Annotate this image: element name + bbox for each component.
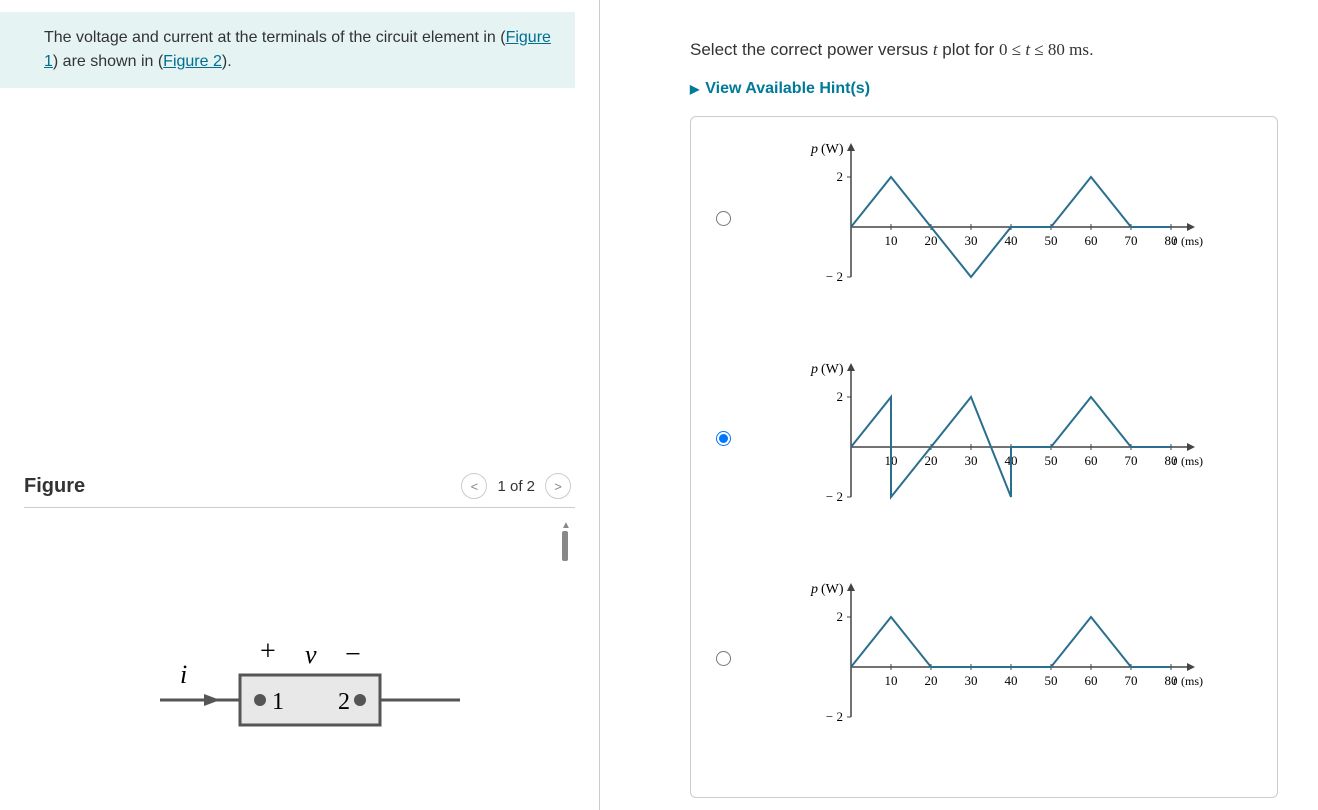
right-pane: Select the correct power versus t plot f… xyxy=(600,0,1318,810)
answer-option[interactable]: − 221020304050607080p(W)t(ms) xyxy=(711,137,1257,297)
figure-scrollbar[interactable]: ▲ xyxy=(561,520,569,810)
xtick-label: 50 xyxy=(1045,233,1058,248)
power-plot: − 221020304050607080p(W)t(ms) xyxy=(781,357,1211,517)
figure-section: Figure < 1 of 2 > xyxy=(0,473,599,810)
figure2-link[interactable]: Figure 2 xyxy=(163,53,222,70)
power-plot: − 221020304050607080p(W)t(ms) xyxy=(781,577,1211,737)
ytick-label: − 2 xyxy=(826,709,843,724)
xtick-label: 10 xyxy=(885,233,898,248)
xlabel-unit: (ms) xyxy=(1181,674,1203,688)
hints-toggle[interactable]: ▶ View Available Hint(s) xyxy=(690,80,1278,98)
node2-label: 2 xyxy=(338,689,350,715)
xtick-label: 50 xyxy=(1045,673,1058,688)
xtick-label: 70 xyxy=(1125,233,1138,248)
figure-prev-button[interactable]: < xyxy=(461,473,487,499)
node1-label: 1 xyxy=(272,689,284,715)
figure-next-button[interactable]: > xyxy=(545,473,571,499)
voltage-label: v xyxy=(305,640,317,669)
figure-header: Figure < 1 of 2 > xyxy=(24,473,575,508)
xtick-label: 30 xyxy=(965,673,978,688)
current-label: i xyxy=(180,660,187,689)
intro-text: The voltage and current at the terminals… xyxy=(44,29,506,46)
ytick-label: 2 xyxy=(837,609,844,624)
scroll-up-icon: ▲ xyxy=(561,520,569,531)
question-text: Select the correct power versus t plot f… xyxy=(690,40,1278,60)
figure-pager: 1 of 2 xyxy=(497,478,535,495)
plus-label: + xyxy=(260,636,276,667)
xlabel-unit: (ms) xyxy=(1181,234,1203,248)
scroll-thumb[interactable] xyxy=(562,531,568,561)
xtick-label: 70 xyxy=(1125,673,1138,688)
xtick-label: 20 xyxy=(925,673,938,688)
xtick-label: 60 xyxy=(1085,233,1098,248)
xtick-label: 60 xyxy=(1085,453,1098,468)
problem-intro: The voltage and current at the terminals… xyxy=(0,12,575,88)
ytick-label: − 2 xyxy=(826,269,843,284)
option-radio[interactable] xyxy=(716,651,731,666)
answer-option[interactable]: − 221020304050607080p(W)t(ms) xyxy=(711,357,1257,517)
ylabel: p xyxy=(810,582,818,597)
xtick-label: 30 xyxy=(965,233,978,248)
app-root: The voltage and current at the terminals… xyxy=(0,0,1318,810)
xtick-label: 70 xyxy=(1125,453,1138,468)
power-plot: − 221020304050607080p(W)t(ms) xyxy=(781,137,1211,297)
xtick-label: 20 xyxy=(925,453,938,468)
option-radio[interactable] xyxy=(716,211,731,226)
minus-label: − xyxy=(345,639,361,670)
ylabel-unit: (W) xyxy=(821,362,844,377)
q-range: 0 ≤ t ≤ 80 ms xyxy=(999,40,1089,59)
hints-label: View Available Hint(s) xyxy=(705,80,870,98)
intro-text: ). xyxy=(222,53,232,70)
q-mid: plot for xyxy=(938,40,999,59)
circuit-diagram: i + v − 1 2 xyxy=(120,585,480,745)
xtick-label: 40 xyxy=(1005,673,1018,688)
answer-option[interactable]: − 221020304050607080p(W)t(ms) xyxy=(711,577,1257,737)
answer-options: − 221020304050607080p(W)t(ms)− 221020304… xyxy=(690,116,1278,798)
ytick-label: 2 xyxy=(837,389,844,404)
xtick-label: 60 xyxy=(1085,673,1098,688)
intro-text: ) are shown in ( xyxy=(53,53,163,70)
triangle-right-icon: ▶ xyxy=(690,82,699,96)
xtick-label: 50 xyxy=(1045,453,1058,468)
ylabel: p xyxy=(810,362,818,377)
q-prefix: Select the correct power versus xyxy=(690,40,933,59)
q-suffix: . xyxy=(1089,40,1094,59)
ylabel-unit: (W) xyxy=(821,142,844,157)
xlabel-unit: (ms) xyxy=(1181,454,1203,468)
power-curve xyxy=(851,617,1171,667)
xtick-label: 10 xyxy=(885,673,898,688)
figure-title: Figure xyxy=(24,475,457,498)
option-radio[interactable] xyxy=(716,431,731,446)
left-pane: The voltage and current at the terminals… xyxy=(0,0,600,810)
xtick-label: 20 xyxy=(925,233,938,248)
figure-body: i + v − 1 2 ▲ xyxy=(24,520,575,810)
ylabel: p xyxy=(810,142,818,157)
ytick-label: 2 xyxy=(837,169,844,184)
xtick-label: 40 xyxy=(1005,233,1018,248)
ylabel-unit: (W) xyxy=(821,582,844,597)
xtick-label: 30 xyxy=(965,453,978,468)
ytick-label: − 2 xyxy=(826,489,843,504)
